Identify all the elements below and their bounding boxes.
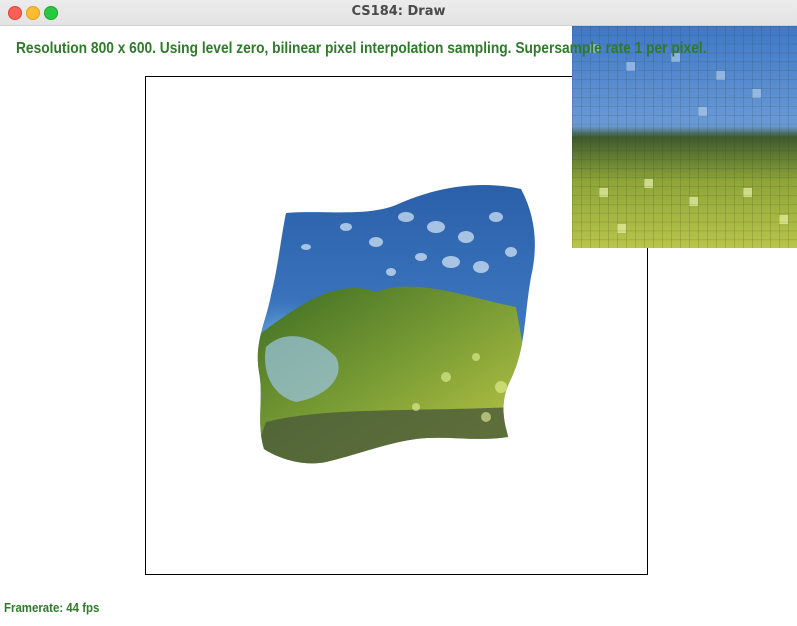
draw-viewport[interactable]: Resolution 800 x 600. Using level zero, … xyxy=(0,26,797,626)
title-bar: CS184: Draw xyxy=(0,0,797,26)
framerate-readout: Framerate: 44 fps xyxy=(4,600,100,615)
render-status-text: Resolution 800 x 600. Using level zero, … xyxy=(16,40,707,57)
pixel-inspector-zoom xyxy=(572,26,797,248)
window-title: CS184: Draw xyxy=(351,4,446,19)
